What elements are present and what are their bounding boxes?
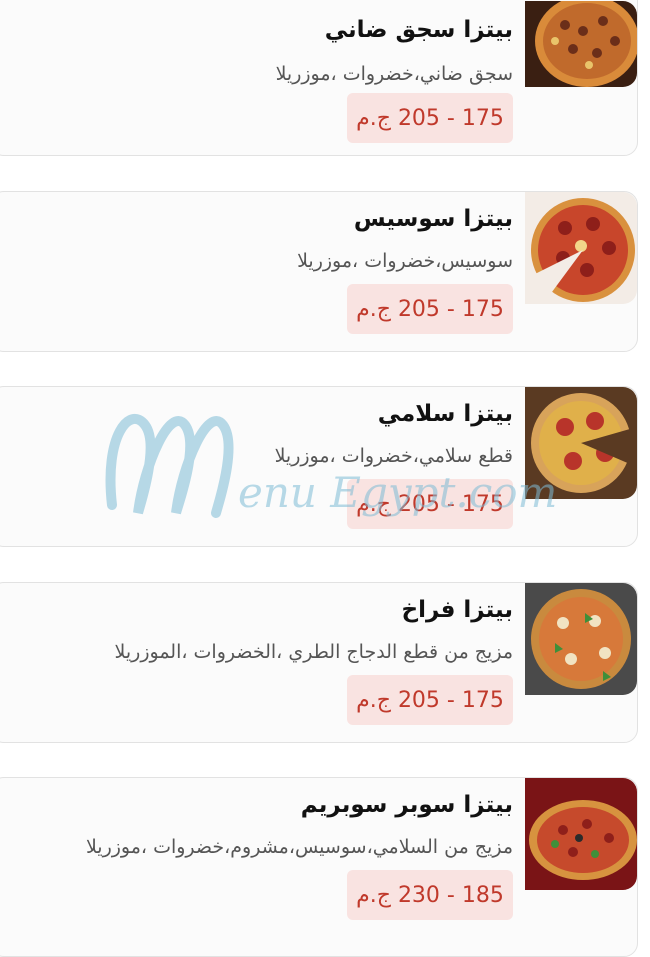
menu-item-card[interactable]: بيتزا سلامي قطع سلامي،خضروات ،موزريلا 17…	[0, 386, 638, 547]
item-description: مزيج من السلامي،سوسيس،مشروم،خضروات ،موزر…	[85, 836, 513, 858]
menu-item-card[interactable]: بيتزا سوسيس سوسيس،خضروات ،موزريلا 175 - …	[0, 191, 638, 352]
item-description: سجق ضاني،خضروات ،موزريلا	[275, 63, 513, 85]
pizza-image	[525, 192, 637, 304]
pizza-image	[525, 1, 637, 87]
item-title: بيتزا سوبر سوبريم	[300, 792, 513, 818]
item-title: بيتزا سجق ضاني	[324, 17, 513, 43]
menu-item-card[interactable]: بيتزا سجق ضاني سجق ضاني،خضروات ،موزريلا …	[0, 0, 638, 156]
item-title: بيتزا فراخ	[401, 597, 513, 623]
price-badge: 175 - 205 ج.م	[347, 93, 513, 143]
price-badge: 175 - 205 ج.م	[347, 479, 513, 529]
price-badge: 185 - 230 ج.م	[347, 870, 513, 920]
price-badge: 175 - 205 ج.م	[347, 284, 513, 334]
menu-item-card[interactable]: بيتزا فراخ مزيج من قطع الدجاج الطري ،الخ…	[0, 582, 638, 743]
price-badge: 175 - 205 ج.م	[347, 675, 513, 725]
item-description: مزيج من قطع الدجاج الطري ،الخضروات ،المو…	[114, 641, 513, 663]
item-title: بيتزا سلامي	[377, 401, 513, 427]
pizza-image	[525, 583, 637, 695]
item-description: سوسيس،خضروات ،موزريلا	[297, 250, 513, 272]
item-title: بيتزا سوسيس	[353, 206, 513, 232]
item-description: قطع سلامي،خضروات ،موزريلا	[274, 445, 513, 467]
menu-item-card[interactable]: بيتزا سوبر سوبريم مزيج من السلامي،سوسيس،…	[0, 777, 638, 957]
pizza-image	[525, 778, 637, 890]
pizza-image	[525, 387, 637, 499]
